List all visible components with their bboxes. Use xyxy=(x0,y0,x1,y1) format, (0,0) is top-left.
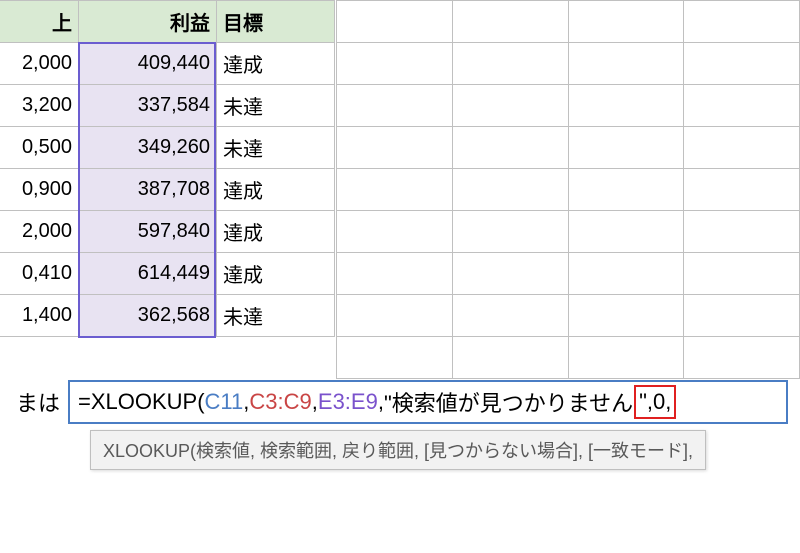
cell[interactable] xyxy=(452,43,568,85)
formula-prefix: =XLOOKUP( xyxy=(78,389,205,415)
cell[interactable] xyxy=(684,253,800,295)
cell[interactable]: 362,568 xyxy=(79,295,217,337)
formula-arg-returnarray: E3:E9 xyxy=(318,389,378,415)
formula-arg-lookup: C11 xyxy=(205,389,244,415)
table-row: 2,000 409,440 達成 xyxy=(0,43,335,85)
formula-row: まは =XLOOKUP(C11,C3:C9,E3:E9,"検索値が見つかりません… xyxy=(0,380,788,424)
cell[interactable] xyxy=(684,337,800,379)
cell[interactable]: 達成 xyxy=(217,211,335,253)
spreadsheet-area: 上 利益 目標 2,000 409,440 達成 3,200 337,584 未… xyxy=(0,0,800,553)
cell[interactable] xyxy=(337,211,453,253)
cell[interactable] xyxy=(684,43,800,85)
empty-cells xyxy=(336,0,800,553)
cell[interactable] xyxy=(337,337,453,379)
cell[interactable]: 0,900 xyxy=(0,169,79,211)
cell[interactable] xyxy=(337,295,453,337)
cell[interactable] xyxy=(684,169,800,211)
cell[interactable] xyxy=(568,85,684,127)
cell[interactable]: 337,584 xyxy=(79,85,217,127)
formula-highlight-box: ",0, xyxy=(634,385,676,419)
cell[interactable] xyxy=(452,211,568,253)
header-col-b[interactable]: 利益 xyxy=(79,1,217,43)
cell[interactable] xyxy=(568,337,684,379)
header-row: 上 利益 目標 xyxy=(0,1,335,43)
cell[interactable]: 614,449 xyxy=(79,253,217,295)
cell[interactable] xyxy=(568,127,684,169)
cell[interactable] xyxy=(337,253,453,295)
cell[interactable] xyxy=(337,127,453,169)
cell[interactable]: 3,200 xyxy=(0,85,79,127)
cell[interactable] xyxy=(452,169,568,211)
cell[interactable] xyxy=(337,1,453,43)
cell[interactable]: 387,708 xyxy=(79,169,217,211)
cell[interactable] xyxy=(452,253,568,295)
cell[interactable] xyxy=(337,43,453,85)
cell[interactable]: 409,440 xyxy=(79,43,217,85)
table-row: 0,500 349,260 未達 xyxy=(0,127,335,169)
function-tooltip: XLOOKUP(検索値, 検索範囲, 戻り範囲, [見つからない場合], [一致… xyxy=(90,430,706,470)
cell[interactable] xyxy=(452,337,568,379)
formula-arg-lookuparray: C3:C9 xyxy=(249,389,311,415)
cell[interactable]: 2,000 xyxy=(0,43,79,85)
cell[interactable] xyxy=(337,169,453,211)
cell[interactable]: 未達 xyxy=(217,295,335,337)
cell[interactable] xyxy=(684,1,800,43)
cell[interactable]: 597,840 xyxy=(79,211,217,253)
cell[interactable] xyxy=(684,85,800,127)
cell[interactable]: 達成 xyxy=(217,43,335,85)
cell[interactable] xyxy=(568,1,684,43)
cell[interactable] xyxy=(452,127,568,169)
table-row: 1,400 362,568 未達 xyxy=(0,295,335,337)
cell[interactable]: 未達 xyxy=(217,127,335,169)
cell[interactable]: 1,400 xyxy=(0,295,79,337)
data-table[interactable]: 上 利益 目標 2,000 409,440 達成 3,200 337,584 未… xyxy=(0,0,335,337)
table-row: 2,000 597,840 達成 xyxy=(0,211,335,253)
cell[interactable] xyxy=(684,127,800,169)
table-row: 0,900 387,708 達成 xyxy=(0,169,335,211)
cell[interactable] xyxy=(452,1,568,43)
table-row: 3,200 337,584 未達 xyxy=(0,85,335,127)
table-row: 0,410 614,449 達成 xyxy=(0,253,335,295)
cell[interactable] xyxy=(452,85,568,127)
cell[interactable]: 349,260 xyxy=(79,127,217,169)
cell[interactable]: 達成 xyxy=(217,253,335,295)
formula-arg-notfound: "検索値が見つかりません xyxy=(384,386,633,418)
cell[interactable] xyxy=(568,253,684,295)
cell[interactable] xyxy=(568,295,684,337)
cell[interactable]: 0,410 xyxy=(0,253,79,295)
cell[interactable]: 達成 xyxy=(217,169,335,211)
formula-label: まは xyxy=(0,386,68,418)
cell[interactable]: 未達 xyxy=(217,85,335,127)
header-col-c[interactable]: 目標 xyxy=(217,1,335,43)
cell[interactable] xyxy=(337,85,453,127)
cell[interactable]: 0,500 xyxy=(0,127,79,169)
cell[interactable] xyxy=(452,295,568,337)
cell[interactable]: 2,000 xyxy=(0,211,79,253)
cell[interactable] xyxy=(684,211,800,253)
cell[interactable] xyxy=(568,43,684,85)
header-col-a[interactable]: 上 xyxy=(0,1,79,43)
cell[interactable] xyxy=(684,295,800,337)
formula-input-cell[interactable]: =XLOOKUP(C11,C3:C9,E3:E9,"検索値が見つかりません",0… xyxy=(68,380,788,424)
cell[interactable] xyxy=(568,211,684,253)
cell[interactable] xyxy=(568,169,684,211)
